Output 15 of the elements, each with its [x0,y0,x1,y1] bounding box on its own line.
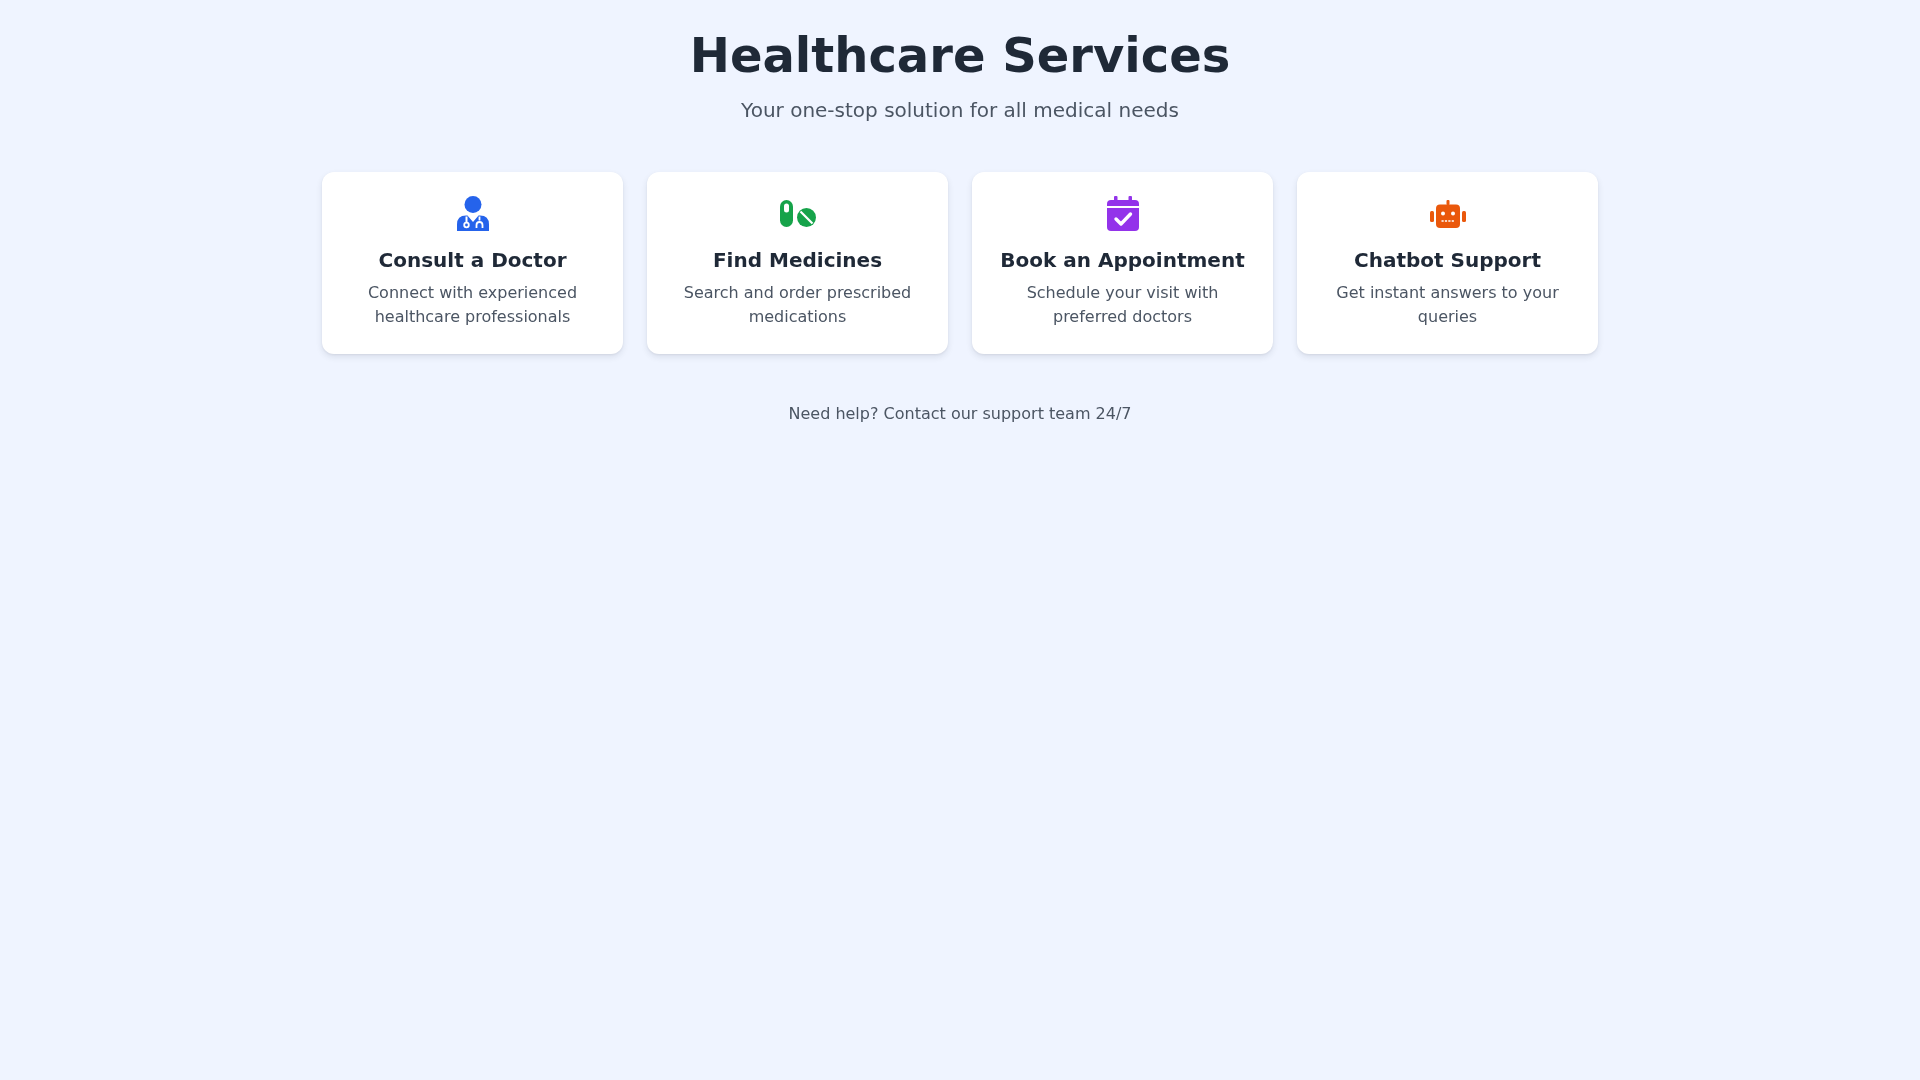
service-description: Connect with experienced healthcare professionals [366,281,579,328]
page-title: Healthcare Services [689,27,1231,85]
page-subtitle: Your one-stop solution for all medical needs [741,96,1179,124]
service-card[interactable]: Consult a Doctor Connect with experienced healthcare professionals [322,171,623,354]
service-card[interactable]: Chatbot Support Get instant answers to your queries [1297,171,1598,354]
service-title: Find Medicines [712,246,883,274]
service-title: Consult a Doctor [378,246,567,274]
service-description: Get instant answers to your queries [1335,281,1560,328]
service-card[interactable]: Book an Appointment Schedule your visit with preferred doctors [972,171,1273,354]
service-title: Chatbot Support [1354,246,1541,274]
service-description: Schedule your visit with preferred doctors [1025,281,1220,328]
support-note: Need help? Contact our support team 24/7 [788,402,1132,425]
service-title: Book an Appointment [1000,246,1245,274]
service-card[interactable]: Find Medicines Search and order prescribed medications [647,171,948,354]
service-description: Search and order prescribed medications [682,281,913,328]
